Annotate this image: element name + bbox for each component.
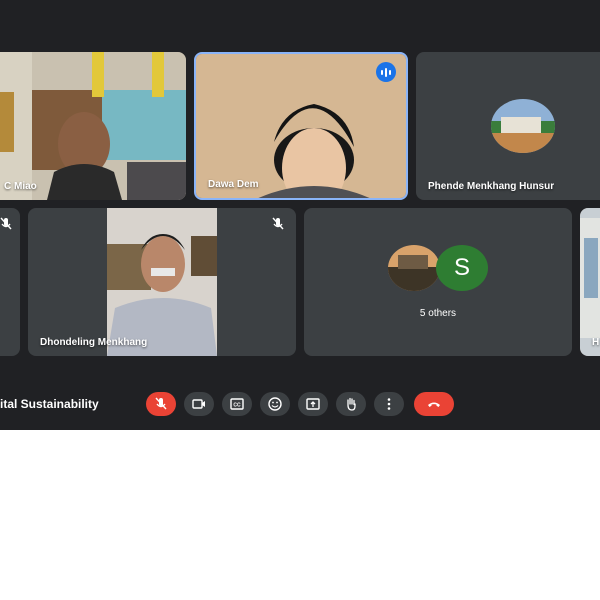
mic-off-icon: [272, 217, 284, 230]
mic-off-icon: [0, 217, 12, 230]
participant-video: [107, 208, 217, 356]
more-options-button[interactable]: [374, 392, 404, 416]
participant-name: Phende Menkhang Hunsur: [428, 181, 555, 192]
participant-tile-phende-menkhang-hunsur[interactable]: Phende Menkhang Hunsur: [416, 52, 600, 200]
avatar: [491, 99, 555, 153]
participant-name: H: [592, 337, 600, 348]
participant-tile-dawa-dem[interactable]: Dawa Dem: [194, 52, 408, 200]
speaking-indicator-icon: [376, 62, 396, 82]
present-button[interactable]: [298, 392, 328, 416]
camera-icon: [192, 399, 205, 409]
captions-icon: CC: [230, 398, 244, 410]
participant-video: [580, 208, 600, 356]
participant-tile-dhondeling-menkhang[interactable]: Dhondeling Menkhang: [28, 208, 296, 356]
avatar: S: [436, 245, 488, 291]
present-screen-icon: [306, 398, 320, 410]
more-vert-icon: [387, 398, 391, 410]
participant-tile-h[interactable]: H: [580, 208, 600, 356]
captions-button[interactable]: CC: [222, 392, 252, 416]
emoji-icon: [268, 397, 282, 411]
participant-name: C Miao: [4, 181, 37, 192]
participant-tile-c-miao[interactable]: C Miao: [0, 52, 186, 200]
meeting-title: ital Sustainability: [0, 397, 99, 411]
hand-icon: [347, 397, 356, 411]
participant-name: Dawa Dem: [208, 179, 259, 190]
participant-video: [0, 52, 186, 200]
end-call-button[interactable]: [414, 392, 454, 416]
reactions-button[interactable]: [260, 392, 290, 416]
meeting-view: C Miao Dawa Dem Phende Menkhang Hunsur D…: [0, 0, 600, 430]
mic-off-button[interactable]: [146, 392, 176, 416]
raise-hand-button[interactable]: [336, 392, 366, 416]
svg-text:CC: CC: [233, 403, 241, 409]
others-tile[interactable]: S 5 others: [304, 208, 572, 356]
hang-up-icon: [428, 402, 440, 407]
participant-name: Dhondeling Menkhang: [40, 337, 148, 348]
blank-area: [0, 430, 600, 600]
participant-tile-partial-left[interactable]: [0, 208, 20, 356]
camera-button[interactable]: [184, 392, 214, 416]
others-count-label: 5 others: [419, 308, 457, 319]
mic-off-icon: [155, 397, 167, 410]
avatar: [388, 245, 440, 291]
